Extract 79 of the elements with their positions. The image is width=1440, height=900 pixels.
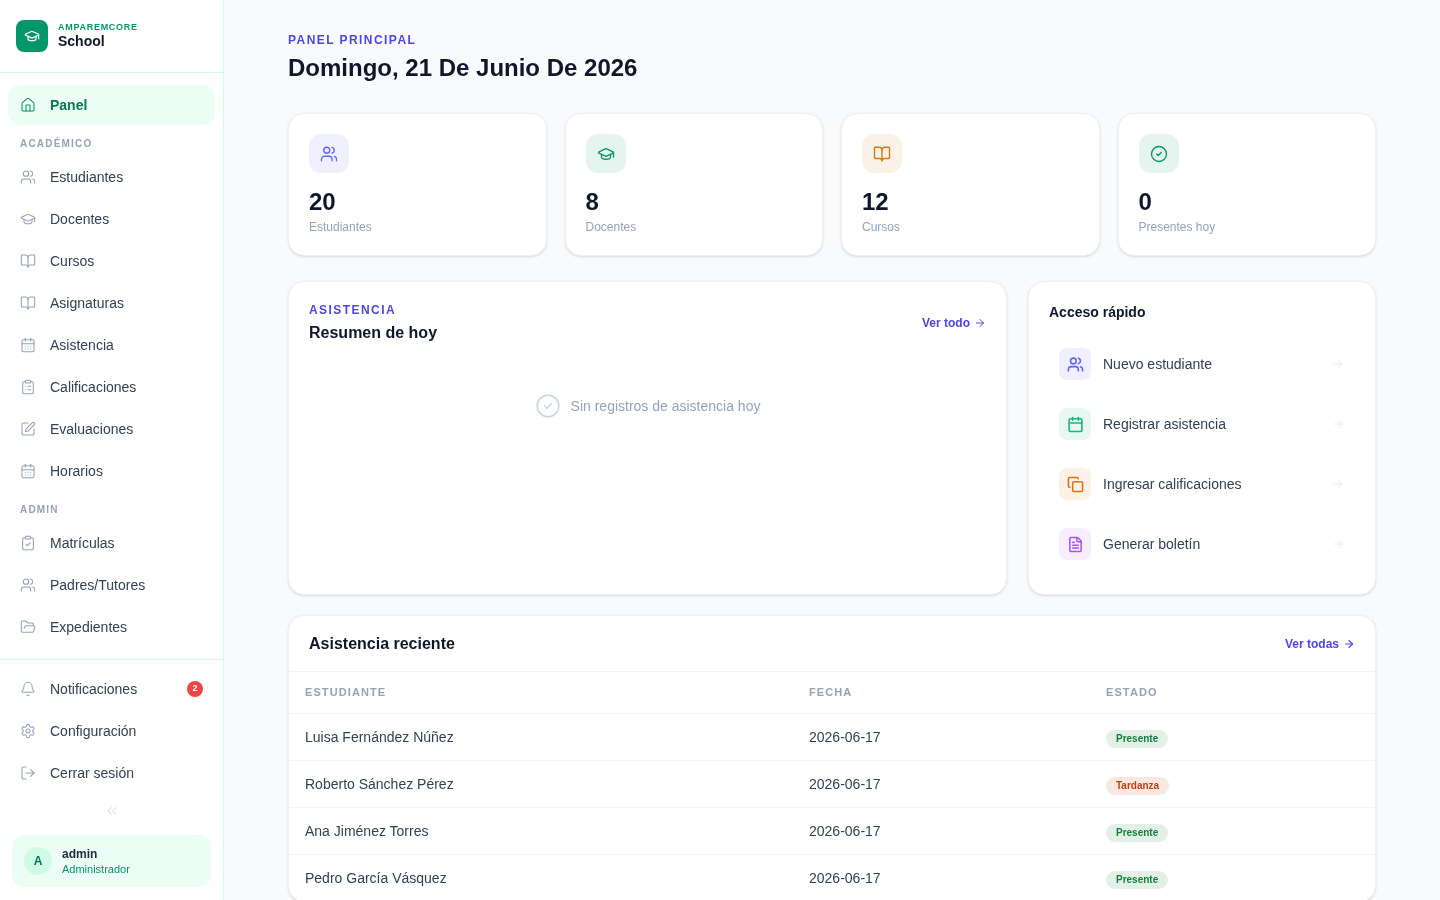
attendance-date: 2026-06-17: [809, 821, 882, 841]
user-card[interactable]: A admin Administrador: [12, 835, 211, 887]
brand-overline: AMPAREMCORE: [58, 22, 138, 33]
quick-action[interactable]: Nuevo estudiante: [1049, 334, 1355, 394]
status-tag: Presente: [1106, 824, 1169, 842]
student-name: Luisa Fernández Núñez: [305, 727, 455, 747]
sidebar-item[interactable]: Cerrar sesión: [8, 752, 215, 794]
view-all-link[interactable]: Ver todas: [1284, 634, 1355, 653]
pencil-icon: [20, 421, 36, 437]
sidebar-item[interactable]: Evaluaciones: [8, 408, 215, 450]
check-circle-icon: [534, 393, 561, 419]
section-heading: ADMIN: [19, 503, 60, 517]
stat-value: 20: [309, 187, 337, 217]
column-header: FECHA: [809, 685, 854, 701]
sidebar-item[interactable]: Panel: [8, 85, 215, 125]
attendance-date: 2026-06-17: [809, 774, 882, 794]
card-title: Acceso rápido: [1049, 303, 1147, 322]
student-name: Pedro García Vásquez: [305, 868, 448, 888]
stat-label: Estudiantes: [309, 219, 373, 235]
sidebar-item[interactable]: Matrículas: [8, 522, 215, 564]
notification-count: 2: [187, 681, 203, 697]
page-overline: PANEL PRINCIPAL: [288, 32, 418, 48]
logout-icon: [20, 765, 36, 781]
stat-value: 8: [585, 187, 600, 217]
users-icon: [20, 577, 36, 593]
attendance-date: 2026-06-17: [809, 868, 882, 888]
clipboard-icon: [20, 379, 36, 395]
notifications-icon: [20, 681, 36, 697]
arrow-right-icon: [1343, 637, 1355, 650]
clipboard-check-icon: [20, 535, 36, 551]
stat-label: Presentes hoy: [1138, 219, 1217, 235]
status-tag: Tardanza: [1106, 777, 1170, 795]
card-title: Resumen de hoy: [309, 323, 438, 343]
card-overline: ASISTENCIA: [309, 302, 398, 318]
arrow-right-icon: [974, 317, 986, 329]
sidebar-item[interactable]: Asistencia: [8, 324, 215, 366]
sidebar-item[interactable]: Notificaciones 2: [8, 668, 215, 710]
sidebar-item[interactable]: Calificaciones: [8, 366, 215, 408]
graduation-cap-icon: [20, 211, 36, 227]
user-name: admin: [62, 845, 99, 862]
quick-action[interactable]: Ingresar calificaciones: [1049, 454, 1355, 514]
page-title: Domingo, 21 De Junio De 2026: [288, 53, 639, 83]
settings-icon: [20, 723, 36, 739]
quick-action[interactable]: Generar boletín: [1049, 514, 1355, 574]
sidebar-item[interactable]: Expedientes: [8, 606, 215, 648]
logo-icon: [16, 20, 48, 52]
sidebar-item[interactable]: Padres/Tutores: [8, 564, 215, 606]
calendar-icon: [20, 463, 36, 479]
section-heading: ACADÉMICO: [19, 136, 94, 151]
stat-value: 12: [862, 187, 890, 217]
empty-state-message: Sin registros de asistencia hoy: [570, 396, 761, 416]
view-all-link[interactable]: Ver todo: [922, 314, 986, 332]
column-header: ESTADO: [1106, 685, 1159, 701]
sidebar-item[interactable]: Configuración: [8, 710, 215, 752]
sidebar-item[interactable]: Asignaturas: [8, 282, 215, 324]
sidebar-item[interactable]: Horarios: [8, 450, 215, 492]
stat-label: Docentes: [585, 219, 638, 235]
user-avatar: A: [24, 847, 52, 875]
sidebar-item[interactable]: Docentes: [8, 198, 215, 240]
book-icon: [20, 253, 36, 269]
column-header: ESTUDIANTE: [305, 685, 388, 701]
sidebar-item[interactable]: Estudiantes: [8, 156, 215, 198]
folder-icon: [20, 619, 36, 635]
users-icon: [20, 169, 36, 185]
stat-value: 0: [1138, 187, 1153, 217]
calendar-icon: [20, 337, 36, 353]
student-name: Roberto Sánchez Pérez: [305, 774, 455, 794]
sidebar-item[interactable]: Cursos: [8, 240, 215, 282]
student-name: Ana Jiménez Torres: [305, 821, 430, 841]
quick-action[interactable]: Registrar asistencia: [1049, 394, 1355, 454]
stat-label: Cursos: [862, 219, 901, 235]
book-icon: [20, 295, 36, 311]
status-tag: Presente: [1106, 871, 1169, 889]
status-tag: Presente: [1106, 730, 1169, 748]
home-icon: [20, 97, 36, 113]
brand-name: School: [58, 33, 106, 50]
user-role: Administrador: [62, 861, 130, 877]
attendance-date: 2026-06-17: [809, 727, 882, 747]
card-title: Asistencia reciente: [309, 633, 455, 654]
